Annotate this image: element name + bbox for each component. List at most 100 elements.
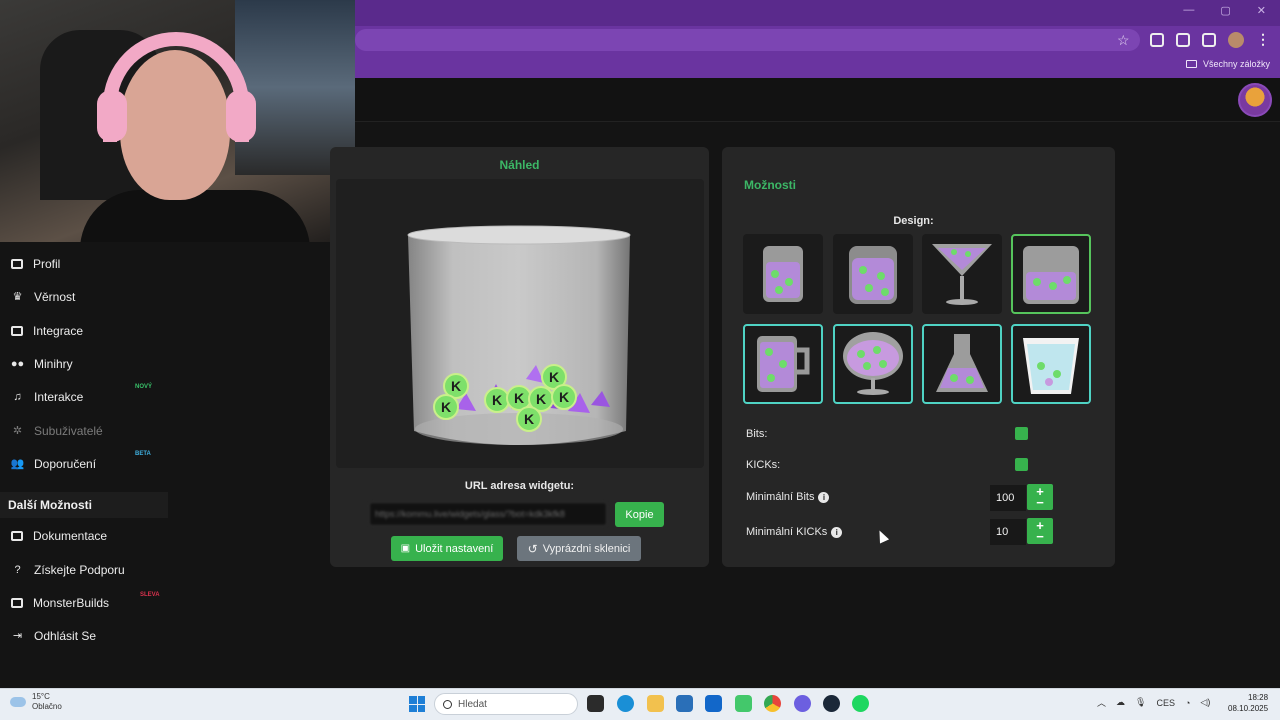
store-icon[interactable] bbox=[676, 695, 693, 712]
minimize-icon[interactable]: — bbox=[1183, 4, 1194, 17]
media-icon[interactable] bbox=[1202, 32, 1216, 47]
edge-icon[interactable] bbox=[617, 695, 634, 712]
sidebar-item-podpora[interactable]: ? Získejte Podporu bbox=[0, 553, 168, 586]
browser-toolbar-icons: ⋮ bbox=[1150, 31, 1270, 48]
kebab-menu-icon[interactable]: ⋮ bbox=[1256, 31, 1270, 48]
design-option-erlenmeyer-flask[interactable] bbox=[922, 324, 1002, 404]
design-option-cylinder-jar[interactable] bbox=[833, 234, 913, 314]
bits-checkbox[interactable] bbox=[1015, 427, 1028, 440]
webcam-shirt bbox=[80, 190, 310, 242]
onedrive-icon[interactable]: ☁ bbox=[1116, 697, 1125, 708]
steam-icon[interactable] bbox=[823, 695, 840, 712]
wide-glass-icon bbox=[1023, 246, 1079, 304]
widget-url-input[interactable] bbox=[369, 502, 607, 526]
save-settings-button[interactable]: ▣ Uložit nastavení bbox=[391, 536, 503, 561]
info-icon[interactable]: i bbox=[818, 491, 830, 503]
wifi-icon[interactable]: ◔ bbox=[1185, 698, 1190, 708]
profile-avatar-icon[interactable] bbox=[1228, 31, 1244, 48]
sidebar-item-minihry[interactable]: ●● Minihry bbox=[0, 347, 168, 380]
svg-text:K: K bbox=[549, 369, 559, 385]
close-icon[interactable]: ✕ bbox=[1257, 4, 1266, 17]
sidebar-item-profil[interactable]: Profil bbox=[0, 247, 168, 280]
martini-glass-icon bbox=[932, 244, 992, 305]
copy-button[interactable]: Kopie bbox=[615, 502, 664, 527]
save-icon: ▣ bbox=[400, 543, 411, 554]
chevron-up-icon[interactable]: ︿ bbox=[1097, 696, 1106, 709]
info-icon[interactable]: i bbox=[831, 526, 843, 538]
logout-icon: ⇥ bbox=[12, 630, 23, 642]
kicks-checkbox[interactable] bbox=[1015, 458, 1028, 471]
all-bookmarks-button[interactable]: Všechny záložky bbox=[1185, 59, 1270, 69]
discord-icon[interactable] bbox=[794, 695, 811, 712]
design-option-plastic-cup[interactable] bbox=[1011, 324, 1091, 404]
user-avatar[interactable] bbox=[1238, 83, 1272, 117]
sidebar-item-label: Získejte Podporu bbox=[34, 562, 125, 577]
copy-button-label: Kopie bbox=[625, 508, 654, 521]
design-option-small-jar[interactable] bbox=[743, 234, 823, 314]
kick-app-icon[interactable] bbox=[735, 695, 752, 712]
design-option-wide-glass[interactable] bbox=[1011, 234, 1091, 314]
taskbar-search[interactable]: Hledat bbox=[434, 693, 578, 715]
minus-icon[interactable]: − bbox=[1036, 496, 1044, 509]
file-explorer-icon[interactable] bbox=[647, 695, 664, 712]
design-option-beer-mug[interactable] bbox=[743, 324, 823, 404]
svg-text:K: K bbox=[524, 411, 534, 427]
small-jar-icon bbox=[763, 246, 803, 302]
bookmark-star-icon[interactable]: ☆ bbox=[1117, 32, 1130, 49]
min-bits-label: Minimální Bits i bbox=[746, 491, 830, 503]
min-bits-input[interactable] bbox=[990, 485, 1026, 511]
design-label: Design: bbox=[893, 215, 934, 227]
kicks-label-text: KICKs: bbox=[746, 459, 781, 471]
preview-area: K K K K K K K K bbox=[336, 179, 704, 468]
design-option-brandy-snifter[interactable] bbox=[833, 324, 913, 404]
beer-mug-icon bbox=[757, 336, 810, 392]
weather-widget[interactable]: 15°C Oblačno bbox=[10, 692, 62, 712]
sidebar-item-odhlasit[interactable]: ⇥ Odhlásit Se bbox=[0, 619, 168, 652]
task-view-icon[interactable] bbox=[587, 695, 604, 712]
sidebar-item-interakce[interactable]: ♫ Interakce NOVÝ bbox=[0, 380, 168, 413]
options-title: Možnosti bbox=[744, 178, 796, 192]
weather-text: 15°C Oblačno bbox=[32, 692, 62, 712]
min-kicks-stepper[interactable]: + − bbox=[1027, 518, 1053, 544]
svg-text:K: K bbox=[441, 399, 451, 415]
all-bookmarks-label: Všechny záložky bbox=[1202, 59, 1270, 69]
chrome-icon[interactable] bbox=[764, 695, 781, 712]
volume-icon[interactable]: ◁) bbox=[1200, 697, 1210, 708]
taskbar-clock[interactable]: 18:28 08.10.2025 bbox=[1228, 692, 1268, 714]
language-indicator[interactable]: CES bbox=[1156, 698, 1175, 708]
bits-label-text: Bits: bbox=[746, 428, 768, 440]
empty-jar-button[interactable]: ↺ Vyprázdni sklenici bbox=[517, 536, 641, 561]
trophy-icon: ♛ bbox=[12, 291, 23, 303]
minus-icon[interactable]: − bbox=[1036, 530, 1044, 543]
outlook-icon[interactable] bbox=[705, 695, 722, 712]
windows-start-icon[interactable] bbox=[409, 696, 425, 712]
microphone-icon[interactable]: 🎙 bbox=[1135, 697, 1146, 708]
erlenmeyer-flask-icon bbox=[936, 334, 988, 392]
webcam-earcup-right bbox=[226, 90, 256, 142]
min-bits-label-text: Minimální Bits bbox=[746, 491, 815, 503]
jar-preview-image: K K K K K K K K bbox=[407, 225, 631, 445]
min-bits-stepper[interactable]: + − bbox=[1027, 484, 1053, 510]
sidebar-item-doporuceni[interactable]: 👥 Doporučení BETA bbox=[0, 447, 168, 480]
sidebar-item-label: MonsterBuilds bbox=[33, 595, 110, 610]
sale-badge: SLEVA bbox=[140, 592, 160, 598]
sidebar-item-dokumentace[interactable]: Dokumentace bbox=[0, 519, 168, 552]
extension-icon[interactable] bbox=[1150, 32, 1164, 47]
search-icon bbox=[443, 699, 452, 709]
sidebar-item-vernost[interactable]: ♛ Věrnost bbox=[0, 280, 168, 313]
maximize-icon[interactable]: ▢ bbox=[1220, 4, 1230, 17]
sidebar-item-subuzivatele[interactable]: ✲ Subuživatelé bbox=[0, 414, 168, 447]
save-button-label: Uložit nastavení bbox=[415, 542, 494, 555]
bits-label: Bits: bbox=[746, 428, 767, 440]
undo-icon: ↺ bbox=[527, 541, 538, 556]
sidebar-item-integrace[interactable]: Integrace bbox=[0, 314, 168, 347]
spotify-icon[interactable] bbox=[852, 695, 869, 712]
address-bar[interactable] bbox=[355, 29, 1140, 51]
clock-date: 08.10.2025 bbox=[1228, 704, 1269, 713]
sidebar-item-label: Integrace bbox=[33, 323, 84, 338]
design-option-martini-glass[interactable] bbox=[922, 234, 1002, 314]
sidebar-item-label: Minihry bbox=[34, 356, 73, 371]
sidebar-item-monsterbuilds[interactable]: MonsterBuilds SLEVA bbox=[0, 586, 168, 619]
min-kicks-input[interactable] bbox=[990, 519, 1026, 545]
puzzle-icon[interactable] bbox=[1176, 32, 1190, 47]
